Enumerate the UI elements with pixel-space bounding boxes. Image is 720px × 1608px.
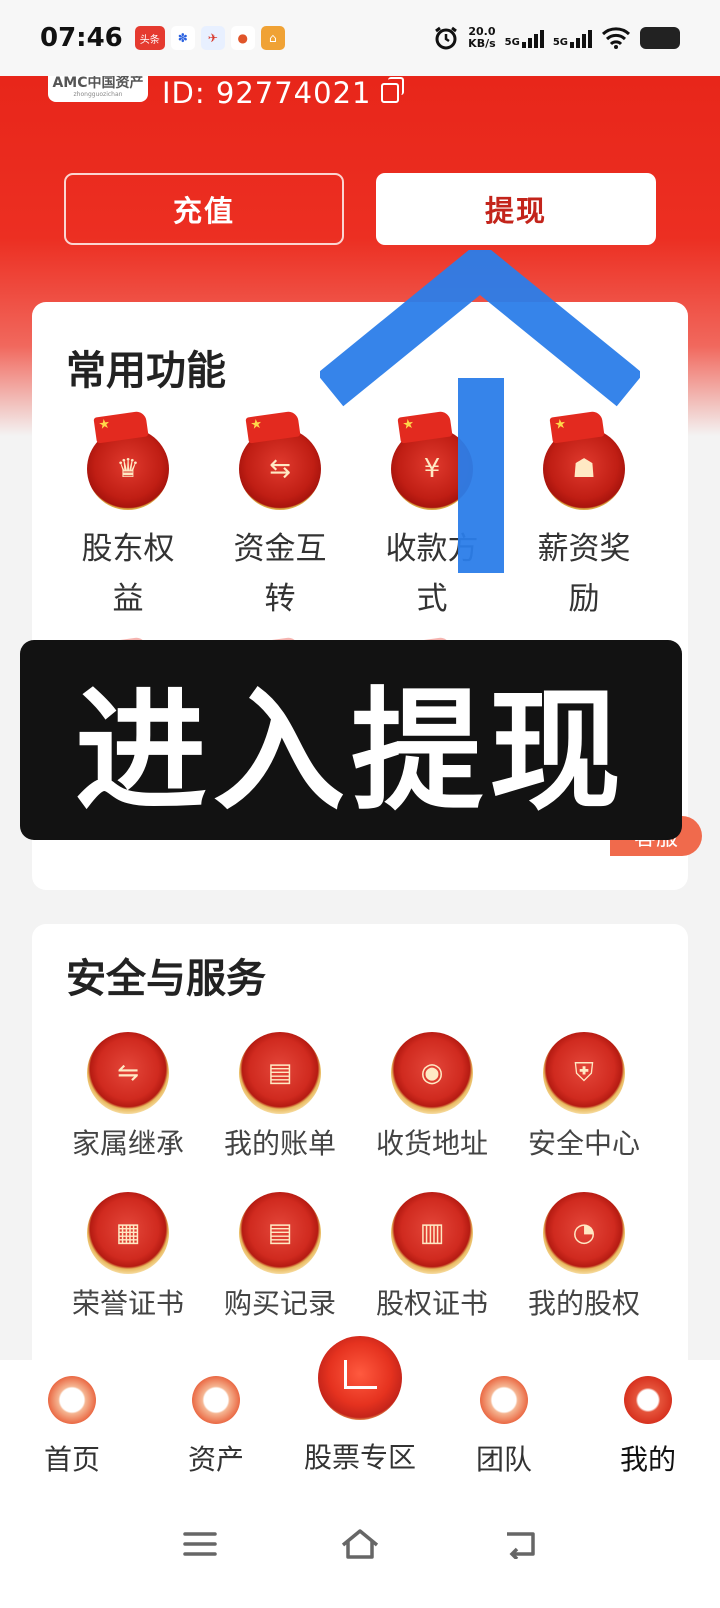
honor-certificate-item[interactable]: ▦ 荣誉证书 <box>52 1192 204 1326</box>
item-label: 购买记录 <box>223 1287 336 1320</box>
net-speed: 20.0 KB/s <box>468 26 495 50</box>
security-service-card: 安全与服务 ⇋ 家属继承 ▤ 我的账单 ◉ 收货地址 ⛨ 安全中心 ▦ 荣誉证书 <box>32 924 688 1389</box>
sim1-signal: 5G <box>505 28 544 48</box>
back-button[interactable] <box>490 1514 550 1574</box>
item-label: 安全中心 <box>527 1127 640 1160</box>
record-icon: ▤ <box>239 1192 321 1274</box>
menu-button[interactable] <box>170 1514 230 1574</box>
item-label: 我的账单 <box>223 1127 336 1160</box>
equity-cert-icon: ▥ <box>391 1192 473 1274</box>
status-indicators: 20.0 KB/s 5G 5G <box>433 25 680 51</box>
status-time: 07:46 <box>40 23 123 53</box>
sim2-label: 5G <box>552 37 568 48</box>
tab-team[interactable]: 团队 <box>432 1360 576 1480</box>
item-label: 股东权益 <box>81 531 175 617</box>
family-inheritance-item[interactable]: ⇋ 家属继承 <box>52 1032 204 1166</box>
copy-icon[interactable] <box>381 77 405 103</box>
certificate-icon: ▦ <box>87 1192 169 1274</box>
home-button[interactable] <box>330 1514 390 1574</box>
user-id-row: ID: 92774021 <box>162 76 405 110</box>
user-id: ID: 92774021 <box>162 76 372 110</box>
section-title: 常用功能 <box>66 348 226 394</box>
shareholder-icon: ♛ <box>87 410 169 510</box>
logo-subtext: zhongguozichan <box>73 91 123 98</box>
recharge-button[interactable]: 充值 <box>64 173 344 245</box>
tab-label: 资产 <box>187 1443 244 1476</box>
tab-label: 股票专区 <box>303 1441 416 1474</box>
purchase-record-item[interactable]: ▤ 购买记录 <box>204 1192 356 1326</box>
item-label: 股权证书 <box>375 1287 488 1320</box>
battery-icon <box>640 27 680 49</box>
taobao-icon: ● <box>230 26 255 50</box>
stock-chart-icon <box>318 1336 402 1420</box>
inheritance-icon: ⇋ <box>87 1032 169 1114</box>
system-nav-bar <box>0 1480 720 1608</box>
alarm-icon <box>435 26 458 50</box>
item-label: 荣誉证书 <box>71 1287 184 1320</box>
company-logo: AMC中国资产 zhongguozichan <box>48 76 148 102</box>
tab-label: 我的 <box>619 1443 676 1476</box>
pie-icon: ◔ <box>543 1192 625 1274</box>
team-icon <box>480 1376 528 1424</box>
instruction-banner: 进入提现 <box>20 640 682 840</box>
home-app-icon: ⌂ <box>260 26 285 50</box>
section-title: 安全与服务 <box>66 956 266 1002</box>
sim1-label: 5G <box>504 37 520 48</box>
shipping-address-item[interactable]: ◉ 收货地址 <box>356 1032 508 1166</box>
my-bill-item[interactable]: ▤ 我的账单 <box>204 1032 356 1166</box>
location-icon: ◉ <box>391 1032 473 1114</box>
shareholder-rights-item[interactable]: ♛ 股东权益 <box>52 410 204 624</box>
withdraw-button[interactable]: 提现 <box>376 173 656 245</box>
security-center-item[interactable]: ⛨ 安全中心 <box>508 1032 660 1166</box>
tab-assets[interactable]: 资产 <box>144 1360 288 1480</box>
back-icon <box>507 1532 535 1559</box>
notification-icons: 头条 ✽ ✈ ● ⌂ <box>134 26 285 50</box>
signal-icon <box>521 28 544 48</box>
toutiao-icon: 头条 <box>134 26 165 50</box>
status-bar: 07:46 头条 ✽ ✈ ● ⌂ 20.0 KB/s 5G 5G <box>0 0 720 76</box>
transfer-icon: ⇆ <box>239 410 321 510</box>
up-arrow-icon <box>320 250 640 573</box>
item-label: 家属继承 <box>71 1127 184 1160</box>
tab-label: 首页 <box>43 1443 100 1476</box>
home-nav-icon <box>341 1529 379 1559</box>
shield-icon: ⛨ <box>543 1032 625 1114</box>
bill-icon: ▤ <box>239 1032 321 1114</box>
tab-label: 团队 <box>475 1443 532 1476</box>
sim2-signal: 5G <box>553 28 592 48</box>
bottom-tab-bar: 首页 资产 股票专区 团队 我的 <box>0 1336 720 1480</box>
baidu-icon: ✽ <box>170 26 195 50</box>
app-screen: 07:46 头条 ✽ ✈ ● ⌂ 20.0 KB/s 5G 5G AMC中国资产… <box>0 0 720 1608</box>
tab-mine[interactable]: 我的 <box>576 1360 720 1480</box>
wifi-icon <box>601 27 631 49</box>
tab-home[interactable]: 首页 <box>0 1360 144 1480</box>
tab-stocks[interactable]: 股票专区 <box>288 1336 432 1480</box>
profile-icon <box>624 1376 672 1424</box>
home-icon <box>48 1376 96 1424</box>
browser-icon: ✈ <box>200 26 225 50</box>
banner-text: 进入提现 <box>75 674 627 829</box>
assets-icon <box>192 1376 240 1424</box>
signal-icon <box>570 28 592 48</box>
security-service-grid: ⇋ 家属继承 ▤ 我的账单 ◉ 收货地址 ⛨ 安全中心 ▦ 荣誉证书 ▤ 购买记… <box>32 1032 688 1326</box>
equity-certificate-item[interactable]: ▥ 股权证书 <box>356 1192 508 1326</box>
logo-text: AMC中国资产 <box>52 76 144 91</box>
net-speed-unit: KB/s <box>468 37 496 50</box>
item-label: 我的股权 <box>527 1287 640 1320</box>
menu-icon <box>183 1532 217 1556</box>
item-label: 收货地址 <box>375 1127 488 1160</box>
my-equity-item[interactable]: ◔ 我的股权 <box>508 1192 660 1326</box>
